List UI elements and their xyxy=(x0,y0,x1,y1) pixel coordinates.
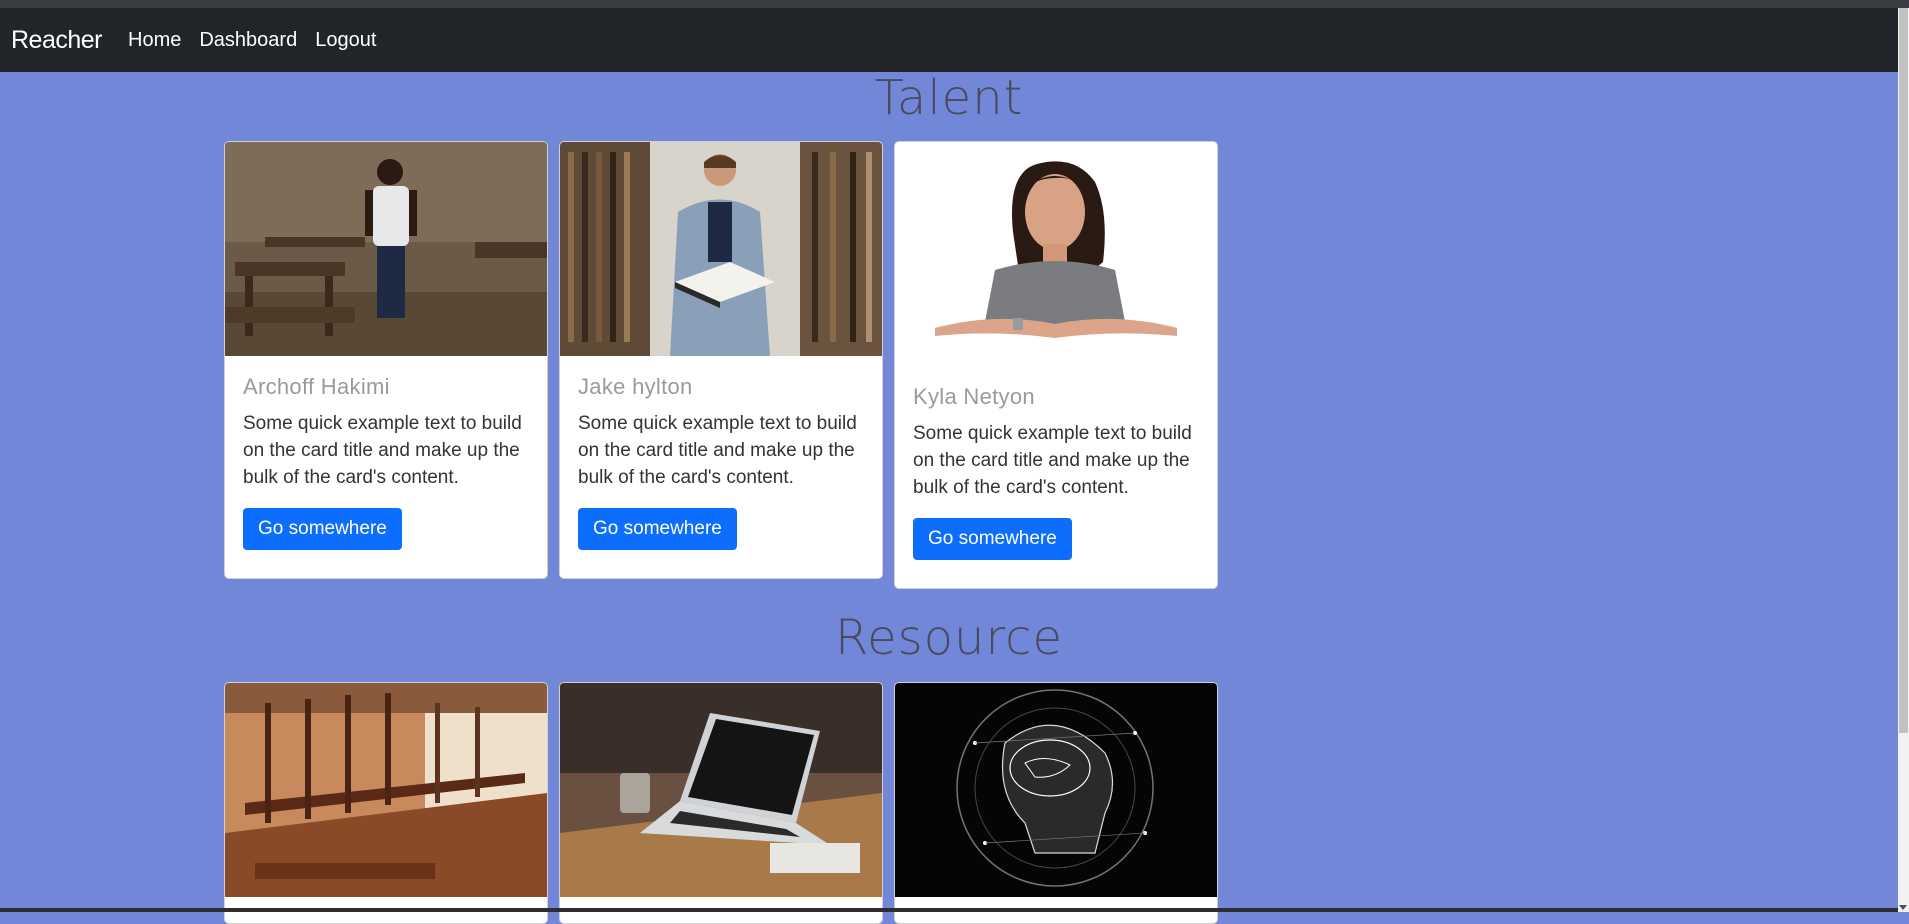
card-image-brain-network xyxy=(895,683,1217,897)
browser-top-strip xyxy=(0,0,1909,8)
go-somewhere-button[interactable]: Go somewhere xyxy=(243,508,402,550)
resource-heading: Resource xyxy=(834,610,1064,666)
resource-card-classroom xyxy=(224,682,548,924)
talent-heading: Talent xyxy=(874,70,1024,126)
card-title: Archoff Hakimi xyxy=(243,374,390,399)
resource-card-laptop xyxy=(559,682,883,924)
card-image-student-library xyxy=(560,142,882,356)
talent-card-jake: Jake hylton Some quick example text to b… xyxy=(559,141,883,579)
bottom-edge xyxy=(0,908,1898,912)
navbar: Reacher Home Dashboard Logout xyxy=(0,8,1898,72)
scroll-down-arrow-icon[interactable] xyxy=(1899,905,1907,910)
card-title: Kyla Netyon xyxy=(913,384,1035,409)
go-somewhere-button[interactable]: Go somewhere xyxy=(578,508,737,550)
go-somewhere-button[interactable]: Go somewhere xyxy=(913,518,1072,560)
card-image-student-classroom xyxy=(225,142,547,356)
nav-logout[interactable]: Logout xyxy=(315,29,376,52)
card-image-smiling-girl xyxy=(895,142,1217,366)
nav-home[interactable]: Home xyxy=(128,29,181,52)
talent-card-archoff: Archoff Hakimi Some quick example text t… xyxy=(224,141,548,579)
card-text: Some quick example text to build on the … xyxy=(578,413,857,488)
card-image-laptop xyxy=(560,683,882,897)
talent-card-kyla: Kyla Netyon Some quick example text to b… xyxy=(894,141,1218,589)
page-scrollbar[interactable] xyxy=(1898,8,1909,912)
card-image-classroom-chairs xyxy=(225,683,547,897)
scrollbar-thumb[interactable] xyxy=(1899,8,1908,733)
card-title: Jake hylton xyxy=(578,374,693,399)
resource-card-brain xyxy=(894,682,1218,924)
card-text: Some quick example text to build on the … xyxy=(913,423,1192,498)
brand-logo[interactable]: Reacher xyxy=(11,26,103,55)
nav-dashboard[interactable]: Dashboard xyxy=(199,29,297,52)
card-text: Some quick example text to build on the … xyxy=(243,413,522,488)
